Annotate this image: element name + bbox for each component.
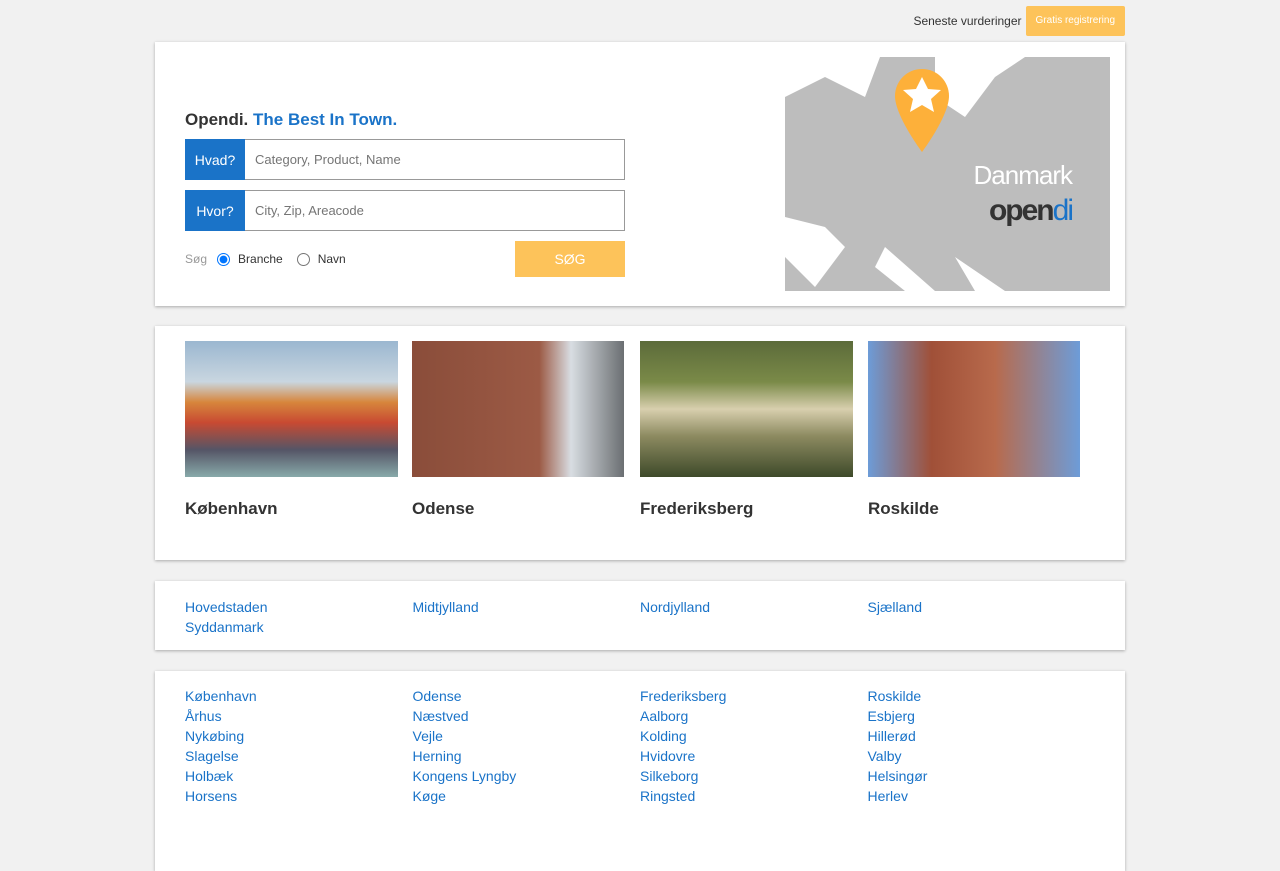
city-card[interactable]: Odense — [412, 341, 624, 519]
slogan: Opendi. The Best In Town. — [185, 110, 397, 130]
search-type: Søg Branche Navn — [185, 252, 360, 266]
city-image[interactable] — [640, 341, 853, 477]
city-image[interactable] — [868, 341, 1080, 477]
city-link[interactable]: Roskilde — [868, 686, 1096, 706]
city-link[interactable]: Horsens — [185, 786, 413, 806]
top-bar: Seneste vurderinger Gratis registrering — [913, 6, 1125, 36]
city-link[interactable]: Kolding — [640, 726, 868, 746]
city-link[interactable]: Køge — [413, 786, 641, 806]
europe-map: Danmark opendi — [785, 57, 1110, 291]
navn-radio[interactable] — [296, 252, 310, 266]
city-link[interactable]: Århus — [185, 706, 413, 726]
city-link[interactable]: Hillerød — [868, 726, 1096, 746]
search-panel: Opendi. The Best In Town. Hvad? Hvor? Sø… — [155, 42, 1125, 306]
what-label: Hvad? — [185, 139, 245, 180]
city-name[interactable]: Roskilde — [868, 499, 1080, 519]
city-card[interactable]: Roskilde — [868, 341, 1080, 519]
city-name[interactable]: Odense — [412, 499, 624, 519]
regions-panel: Hovedstaden Midtjylland Nordjylland Sjæl… — [155, 581, 1125, 650]
where-field: Hvor? — [185, 190, 625, 231]
navn-label[interactable]: Navn — [318, 252, 346, 266]
city-link[interactable]: Vejle — [413, 726, 641, 746]
city-image[interactable] — [185, 341, 398, 477]
where-label: Hvor? — [185, 190, 245, 231]
what-field: Hvad? — [185, 139, 625, 180]
search-button[interactable]: SØG — [515, 241, 625, 277]
city-link[interactable]: Silkeborg — [640, 766, 868, 786]
featured-cities: København Odense Frederiksberg Roskilde — [155, 326, 1125, 560]
city-card[interactable]: København — [185, 341, 398, 519]
branche-label[interactable]: Branche — [238, 252, 283, 266]
city-link[interactable]: Herlev — [868, 786, 1096, 806]
city-name[interactable]: København — [185, 499, 398, 519]
city-link[interactable]: Kongens Lyngby — [413, 766, 641, 786]
city-link[interactable]: Næstved — [413, 706, 641, 726]
brand: Opendi. — [185, 110, 249, 129]
city-link[interactable]: Holbæk — [185, 766, 413, 786]
city-link[interactable]: Valby — [868, 746, 1096, 766]
city-link[interactable]: Helsingør — [868, 766, 1096, 786]
cities-panel: København Odense Frederiksberg Roskilde Århu… — [155, 671, 1125, 871]
region-link[interactable]: Midtjylland — [413, 597, 641, 617]
latest-reviews-link[interactable]: Seneste vurderinger — [913, 14, 1021, 28]
city-link[interactable]: Ringsted — [640, 786, 868, 806]
city-link[interactable]: København — [185, 686, 413, 706]
city-name[interactable]: Frederiksberg — [640, 499, 853, 519]
branche-radio[interactable] — [217, 252, 231, 266]
city-link[interactable]: Hvidovre — [640, 746, 868, 766]
city-link[interactable]: Nykøbing — [185, 726, 413, 746]
city-link[interactable]: Slagelse — [185, 746, 413, 766]
city-card[interactable]: Frederiksberg — [640, 341, 853, 519]
where-input[interactable] — [245, 190, 625, 231]
region-link[interactable]: Syddanmark — [185, 617, 413, 637]
region-link[interactable]: Nordjylland — [640, 597, 868, 617]
opendi-logo: opendi — [988, 194, 1074, 227]
search-by-label: Søg — [185, 252, 208, 266]
city-link[interactable]: Herning — [413, 746, 641, 766]
what-input[interactable] — [245, 139, 625, 180]
city-link[interactable]: Odense — [413, 686, 641, 706]
region-link[interactable]: Sjælland — [868, 597, 1096, 617]
region-link[interactable]: Hovedstaden — [185, 597, 413, 617]
register-button[interactable]: Gratis registrering — [1025, 6, 1125, 36]
country-label: Danmark — [973, 160, 1073, 190]
tagline: The Best In Town. — [253, 110, 398, 129]
city-link[interactable]: Esbjerg — [868, 706, 1096, 726]
city-link[interactable]: Aalborg — [640, 706, 868, 726]
city-image[interactable] — [412, 341, 624, 477]
city-link[interactable]: Frederiksberg — [640, 686, 868, 706]
